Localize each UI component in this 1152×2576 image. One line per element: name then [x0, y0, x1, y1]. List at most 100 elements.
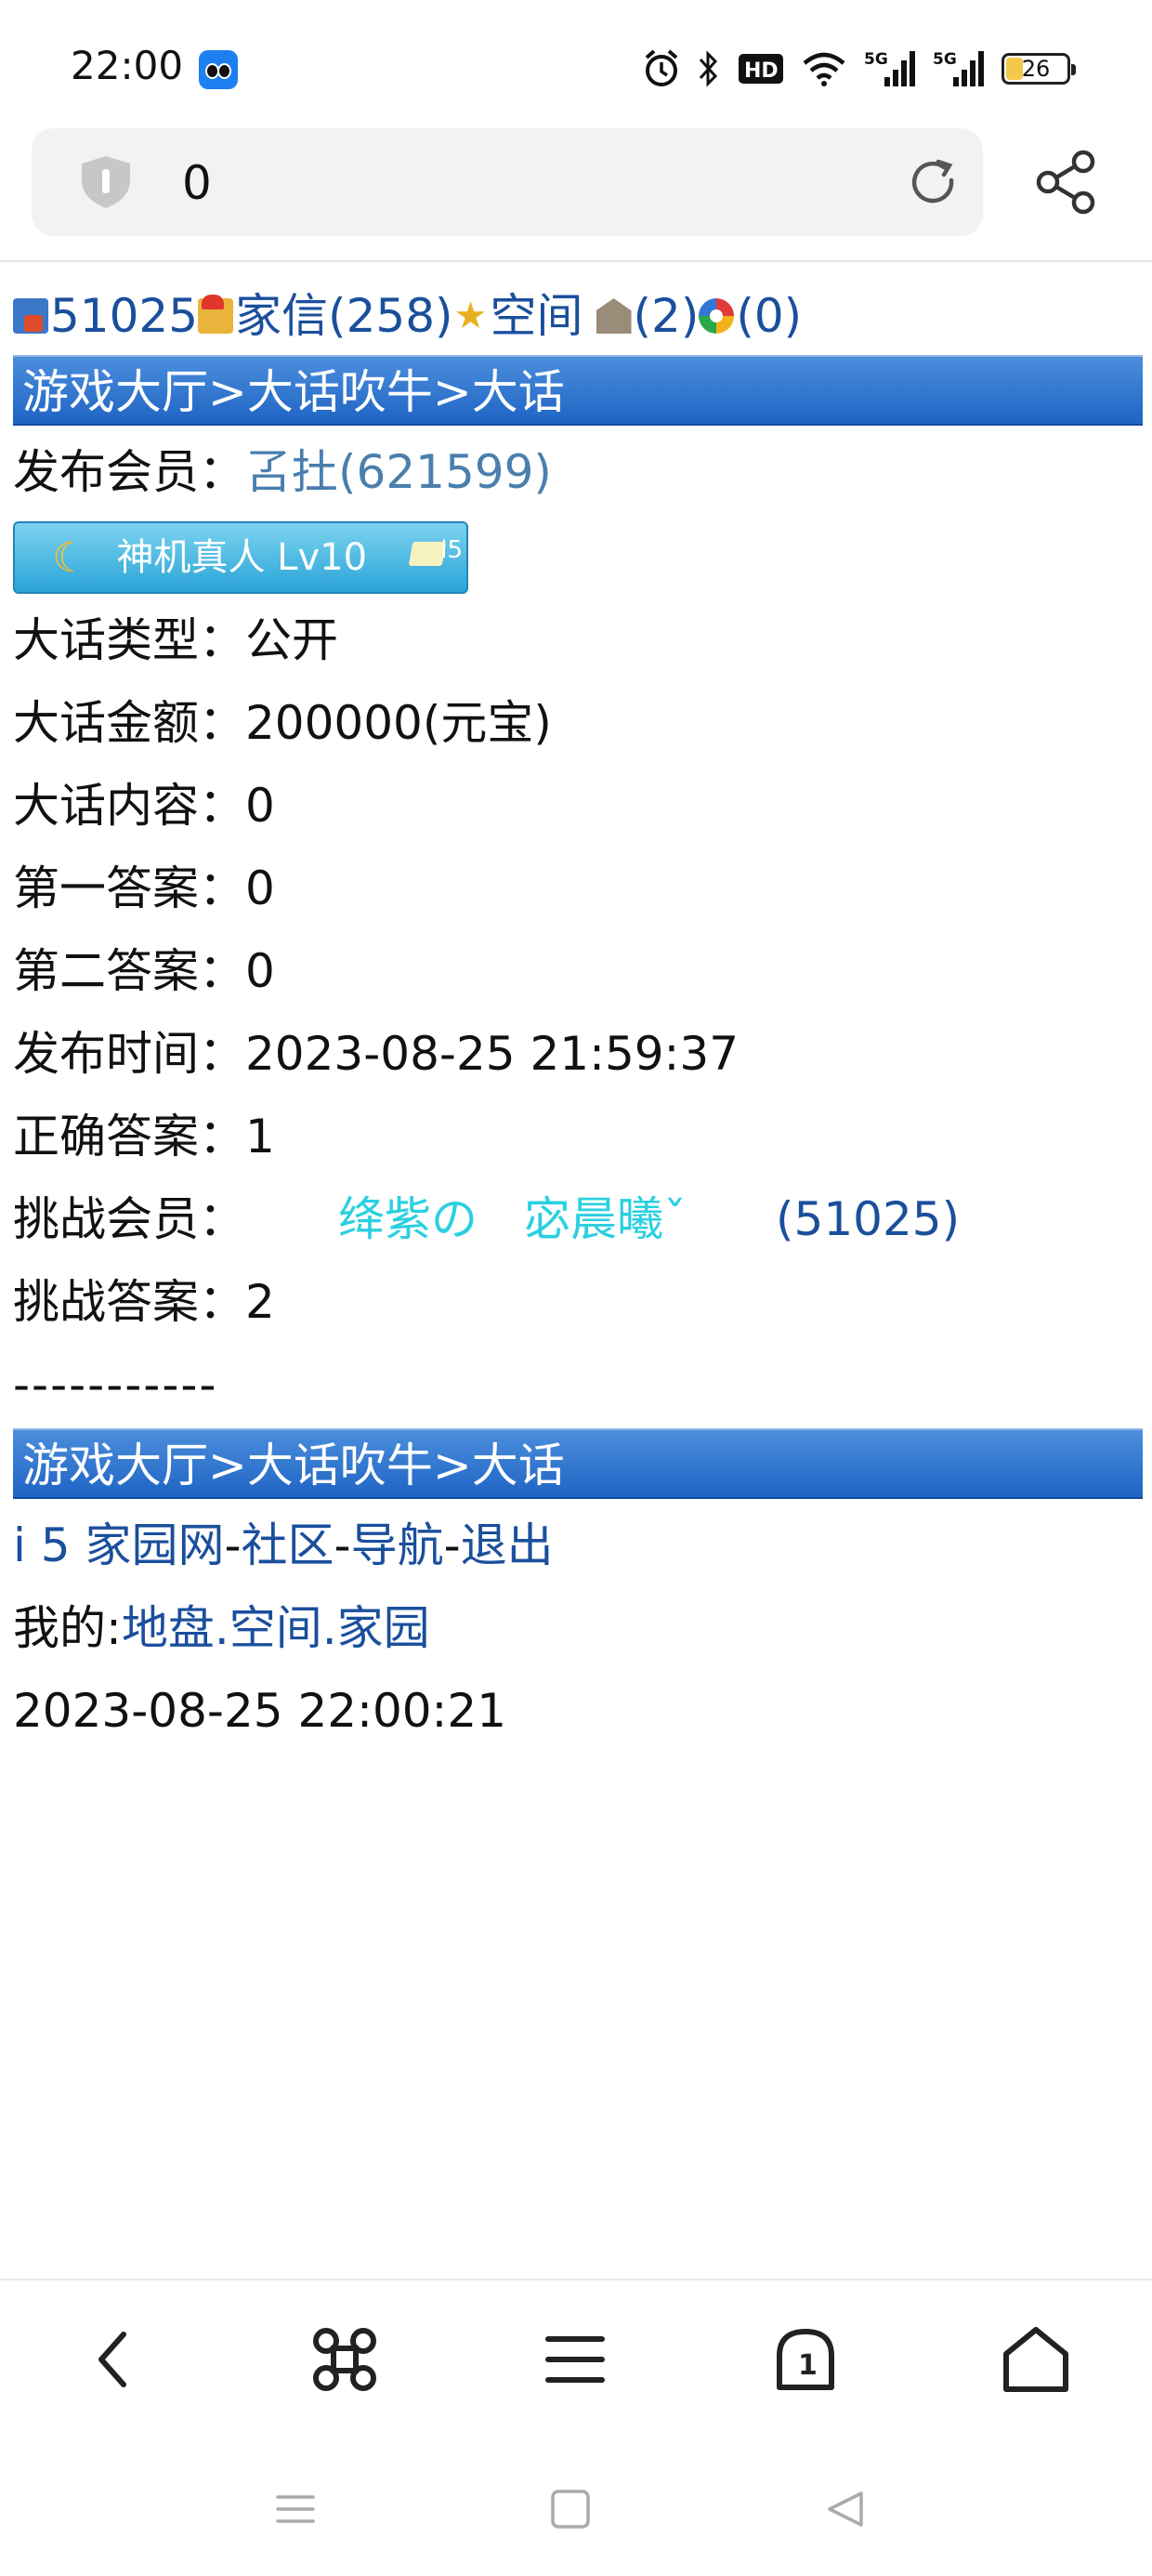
- home-link[interactable]: 家园: [337, 1601, 430, 1655]
- back-button[interactable]: [72, 2318, 156, 2401]
- wheel-icon: [699, 298, 735, 334]
- star-icon: ★: [453, 295, 488, 337]
- dash: -: [443, 1518, 461, 1572]
- space-link-footer[interactable]: 空间: [229, 1601, 322, 1655]
- challenge-answer-value: 2: [245, 1275, 275, 1329]
- challenger-name-link[interactable]: 绛紫の 宓晨曦ˇ: [338, 1192, 687, 1246]
- amount-row: 大话金额：200000(元宝): [13, 682, 1143, 765]
- answer2-label: 第二答案：: [13, 944, 245, 998]
- mine-label: 我的:: [13, 1601, 122, 1655]
- system-nav: [0, 2453, 1152, 2556]
- tabs-icon: 1: [777, 2329, 834, 2390]
- system-back-button[interactable]: [818, 2481, 873, 2537]
- footer-links: i 5 家园网-社区-导航-退出: [13, 1505, 1143, 1587]
- address-text[interactable]: 0: [182, 156, 212, 210]
- app-icon: [199, 50, 238, 89]
- tabs-button[interactable]: 1: [764, 2318, 847, 2401]
- bluetooth-icon: [699, 50, 718, 87]
- back-icon: [98, 2332, 126, 2387]
- content-row: 大话内容：0: [13, 765, 1143, 848]
- status-time: 22:00: [71, 43, 184, 88]
- signal-5g-icon: 5G: [933, 50, 984, 86]
- logout-link[interactable]: 退出: [461, 1518, 554, 1572]
- svg-text:1: 1: [798, 2349, 818, 2382]
- publisher-label: 发布会员：: [13, 445, 245, 499]
- hd-icon: HD: [739, 54, 783, 84]
- dash: -: [224, 1518, 242, 1572]
- house-link[interactable]: (2): [634, 279, 700, 353]
- content-label: 大话内容：: [13, 779, 245, 833]
- browser-nav: 1: [0, 2280, 1152, 2435]
- challenger-id-link[interactable]: (51025): [776, 1192, 960, 1246]
- correct-answer-row: 正确答案：1: [13, 1096, 1143, 1178]
- challenger-row: 挑战会员： 绛紫の 宓晨曦ˇ (51025): [13, 1178, 1143, 1261]
- dot: .: [214, 1601, 229, 1655]
- back-triangle-icon: [828, 2491, 863, 2527]
- challenge-answer-label: 挑战答案：: [13, 1275, 245, 1329]
- type-label: 大话类型：: [13, 613, 245, 667]
- breadcrumb-bar: 游戏大厅>大话吹牛>大话: [13, 355, 1143, 426]
- system-home-button[interactable]: [543, 2481, 598, 2537]
- status-bar: 22:00 HD 5G 5G 26: [0, 0, 1152, 130]
- content-value: 0: [245, 779, 275, 833]
- battery-icon: 26: [1001, 53, 1076, 85]
- status-icons: HD 5G 5G 26: [643, 46, 1076, 91]
- dash: -: [334, 1518, 351, 1572]
- menu-button[interactable]: [533, 2318, 617, 2401]
- navigation-link[interactable]: 导航: [351, 1518, 444, 1572]
- command-button[interactable]: [303, 2318, 386, 2401]
- answer1-label: 第一答案：: [13, 861, 245, 915]
- home-icon: [1003, 2327, 1068, 2392]
- challenger-label: 挑战会员：: [13, 1192, 245, 1246]
- answer1-row: 第一答案：0: [13, 848, 1143, 930]
- footer-breadcrumb-bar: 游戏大厅>大话吹牛>大话: [13, 1428, 1143, 1499]
- wheel-link[interactable]: (0): [736, 279, 802, 353]
- challenge-answer-row: 挑战答案：2: [13, 1261, 1143, 1344]
- answer2-row: 第二答案：0: [13, 930, 1143, 1013]
- shield-icon[interactable]: [76, 152, 136, 212]
- land-link[interactable]: 地盘: [122, 1601, 215, 1655]
- user-id-link[interactable]: 51025: [50, 279, 198, 353]
- address-bar[interactable]: 0: [32, 128, 983, 236]
- amount-value: 200000(元宝): [245, 696, 552, 750]
- community-link[interactable]: 社区: [242, 1518, 334, 1572]
- share-icon[interactable]: [1031, 147, 1102, 217]
- page-timestamp: 2023-08-25 22:00:21: [13, 1684, 507, 1738]
- battery-level: 26: [1021, 56, 1051, 82]
- home-button[interactable]: [994, 2318, 1078, 2401]
- level-badge: ☾ 神机真人 Lv10 i5: [13, 521, 468, 594]
- alarm-icon: [645, 49, 678, 86]
- answer1-value: 0: [245, 861, 275, 915]
- publish-time-label: 发布时间：: [13, 1027, 245, 1081]
- recents-icon: [276, 2495, 315, 2523]
- amount-label: 大话金额：: [13, 696, 245, 750]
- publish-time-row: 发布时间：2023-08-25 21:59:37: [13, 1013, 1143, 1096]
- publisher-link[interactable]: 叾扗(621599): [245, 445, 552, 499]
- mail-icon: [198, 295, 234, 334]
- badge-tag: i5: [440, 536, 463, 564]
- site-link[interactable]: i 5 家园网: [13, 1518, 225, 1572]
- publish-time-value: 2023-08-25 21:59:37: [245, 1027, 740, 1081]
- mail-link[interactable]: 家信(258): [235, 279, 452, 353]
- type-value: 公开: [245, 613, 338, 667]
- type-row: 大话类型：公开: [13, 599, 1143, 682]
- dot: .: [321, 1601, 337, 1655]
- page-content: 51025 家信(258) ★ 空间 (2) (0) 游戏大厅>大话吹牛>大话 …: [13, 279, 1143, 1753]
- correct-answer-value: 1: [245, 1110, 275, 1163]
- separator: -----------: [13, 1358, 218, 1412]
- user-icon: [13, 298, 48, 334]
- reload-icon[interactable]: [903, 152, 962, 212]
- address-divider: [0, 260, 1152, 262]
- recents-button[interactable]: [268, 2481, 323, 2537]
- signal-5g-icon: 5G: [864, 50, 915, 86]
- home-square-icon: [551, 2490, 590, 2529]
- publisher-row: 发布会员：叾扗(621599): [13, 431, 1143, 514]
- svg-text:5G: 5G: [933, 50, 957, 69]
- svg-text:HD: HD: [744, 59, 779, 83]
- menu-icon: [545, 2336, 605, 2383]
- top-links: 51025 家信(258) ★ 空间 (2) (0): [13, 279, 1143, 353]
- space-link[interactable]: 空间: [491, 279, 583, 353]
- moon-icon: ☾: [52, 533, 89, 582]
- svg-text:5G: 5G: [864, 50, 888, 69]
- correct-answer-label: 正确答案：: [13, 1110, 245, 1163]
